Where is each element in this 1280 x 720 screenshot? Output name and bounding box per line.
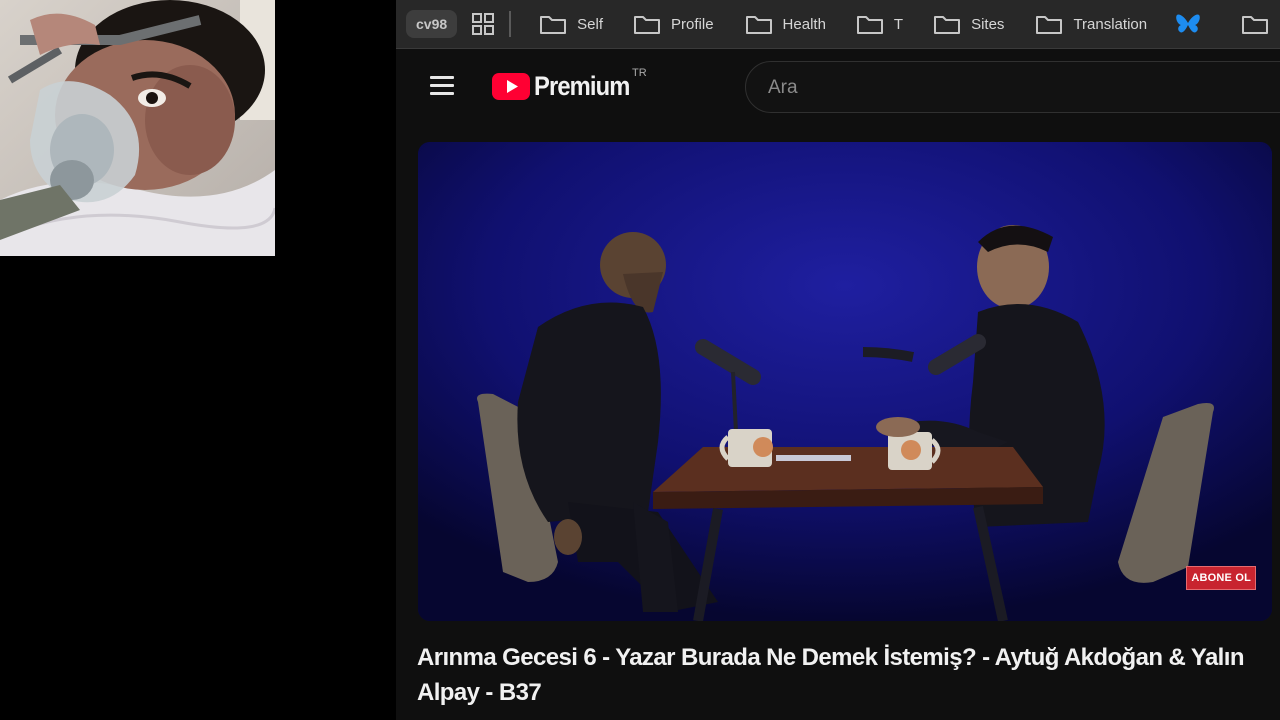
folder-icon — [634, 16, 661, 34]
bookmark-folder-translation[interactable]: Translation — [1035, 8, 1147, 40]
search-input[interactable] — [766, 74, 1250, 102]
folder-icon — [745, 16, 772, 34]
bookmark-folder-self[interactable]: Self — [539, 8, 603, 40]
bookmark-folder-profile[interactable]: Profile — [633, 8, 714, 40]
folder-icon — [540, 16, 567, 34]
webcam-overlay — [0, 0, 275, 256]
video-player[interactable]: ABONE OL — [418, 142, 1272, 621]
browser-window: cv98 Self Profile Health T Sites Transla… — [396, 0, 1280, 720]
profile-button[interactable]: cv98 — [406, 10, 458, 38]
apps-grid-icon[interactable] — [471, 12, 495, 36]
video-title: Arınma Gecesi 6 - Yazar Burada Ne Demek … — [417, 644, 1244, 706]
bookmark-bluesky[interactable] — [1175, 8, 1211, 40]
bookmark-label: T — [893, 15, 904, 33]
bookmark-label: Self — [577, 15, 604, 33]
video-frame — [418, 142, 1272, 621]
bookmark-label: Health — [782, 15, 826, 33]
bookmarks-bar: cv98 Self Profile Health T Sites Transla… — [396, 0, 1280, 49]
screen: cv98 Self Profile Health T Sites Transla… — [0, 0, 1280, 720]
subscribe-badge[interactable]: ABONE OL — [1186, 566, 1256, 590]
hamburger-menu-icon[interactable] — [430, 76, 456, 98]
youtube-play-icon — [492, 73, 530, 100]
bookmark-folder-t[interactable]: T — [856, 8, 903, 40]
bookmark-label: Translation — [1073, 15, 1148, 33]
logo-text: Premium — [534, 71, 630, 101]
subscribe-label: ABONE OL — [1191, 572, 1251, 584]
folder-icon — [934, 16, 961, 34]
bookmark-folder-overflow[interactable] — [1241, 8, 1279, 40]
folder-icon — [1242, 16, 1269, 34]
youtube-header: Premium TR — [396, 49, 1280, 127]
bookmarks-separator — [509, 11, 512, 37]
bookmark-label: Sites — [971, 15, 1005, 33]
logo-country-code: TR — [632, 67, 647, 79]
folder-icon — [856, 16, 883, 34]
profile-label: cv98 — [416, 16, 448, 32]
bookmark-folder-health[interactable]: Health — [745, 8, 826, 40]
bookmark-folder-sites[interactable]: Sites — [933, 8, 1004, 40]
folder-icon — [1036, 16, 1063, 34]
butterfly-icon — [1176, 14, 1200, 33]
youtube-premium-logo[interactable]: Premium TR — [492, 67, 647, 102]
bookmark-label: Profile — [671, 15, 714, 33]
search-box[interactable] — [745, 61, 1280, 113]
